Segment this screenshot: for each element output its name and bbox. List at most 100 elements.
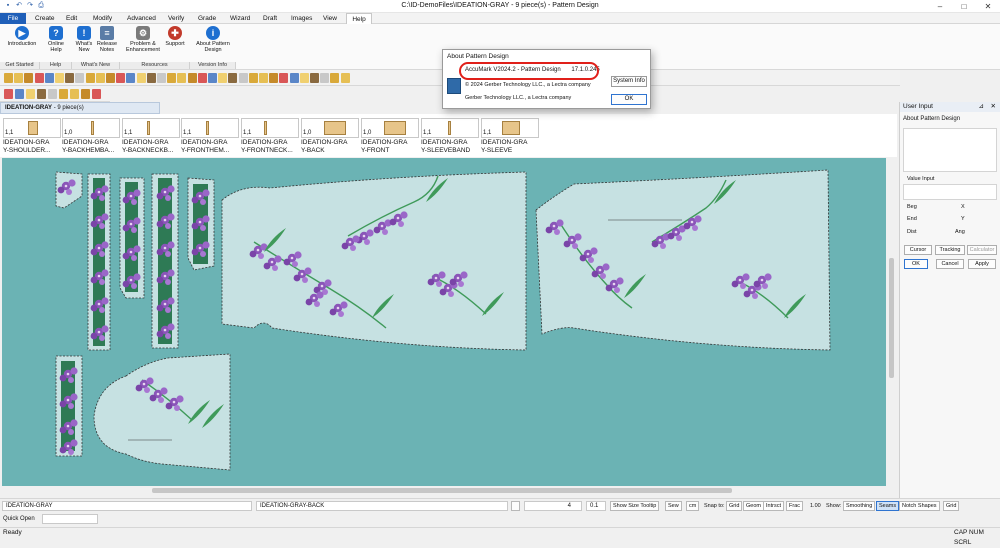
toolbar-tool-icon[interactable] (14, 73, 24, 83)
toolbar-tool-icon[interactable] (116, 73, 126, 83)
snap-frac-button[interactable]: Frac (786, 501, 803, 511)
show-smoothing-button[interactable]: Smoothing (843, 501, 876, 511)
quick-open-input[interactable] (42, 514, 98, 524)
piece-front[interactable] (535, 169, 831, 351)
snap-intrsct-button[interactable]: Intrsct (763, 501, 784, 511)
toolbar-tool-icon[interactable] (44, 73, 54, 83)
toolbar-tool-icon[interactable] (218, 73, 228, 83)
toolbar-tool-icon[interactable] (299, 73, 309, 83)
toolbar-tool-icon[interactable] (106, 73, 115, 83)
tracking-tab[interactable]: Tracking (935, 245, 965, 255)
menu-file[interactable]: File (0, 13, 26, 24)
view-tool-icon[interactable] (81, 89, 90, 99)
release-notes-button[interactable]: ≡ Release Notes (96, 26, 118, 53)
piece-thumbnail[interactable]: 1,1 (421, 118, 479, 138)
toolbar-tool-icon[interactable] (340, 73, 350, 83)
grade-select[interactable]: 4 (524, 501, 582, 511)
document-tab[interactable]: IDEATION-GRAY - 9 piece(s) (0, 102, 160, 114)
piece-icon[interactable]: 1,1 IDEATION-GRA Y-SHOULDER... (3, 118, 61, 154)
pattern-work-area[interactable] (2, 158, 886, 486)
toolbar-tool-icon[interactable] (279, 73, 289, 83)
problem-enhancement-button[interactable]: ⚙ Problem & Enhancement (122, 26, 164, 53)
toolbar-tool-icon[interactable] (177, 73, 187, 83)
menu-advanced[interactable]: Advanced (122, 13, 161, 24)
cm-unit-button[interactable]: cm (686, 501, 700, 511)
piece-sleeve[interactable] (93, 353, 231, 471)
piece-thumbnail[interactable]: 1,0 (361, 118, 419, 138)
piece-toggle[interactable] (511, 501, 520, 511)
piece-icon[interactable]: 1,0 IDEATION-GRA Y-FRONT (361, 118, 419, 154)
support-button[interactable]: ✚ Support (163, 26, 187, 47)
menu-verify[interactable]: Verify (163, 13, 189, 24)
view-tool-icon[interactable] (70, 89, 79, 99)
vertical-scrollbar[interactable] (886, 158, 897, 496)
show-notch-shapes-button[interactable]: Notch Shapes (899, 501, 940, 511)
toolbar-tool-icon[interactable] (197, 73, 207, 83)
menu-create[interactable]: Create (30, 13, 60, 24)
introduction-button[interactable]: ▶ Introduction (4, 26, 40, 47)
model-name-field[interactable]: IDEATION-GRAY (2, 501, 252, 511)
toolbar-tool-icon[interactable] (34, 73, 44, 83)
piece-icon[interactable]: 1,1 IDEATION-GRA Y-FRONTHEM... (181, 118, 239, 154)
toolbar-tool-icon[interactable] (330, 73, 340, 83)
toolbar-tool-icon[interactable] (24, 73, 34, 83)
toolbar-tool-icon[interactable] (187, 73, 197, 83)
about-pattern-design-button[interactable]: i About Pattern Design (192, 26, 234, 53)
panel-apply-button[interactable]: Apply (968, 259, 996, 269)
piece-thumbnail[interactable]: 1,0 (62, 118, 120, 138)
calculator-tab[interactable]: Calculator (967, 245, 997, 255)
online-help-button[interactable]: ? Online Help (43, 26, 69, 53)
panel-cancel-button[interactable]: Cancel (936, 259, 964, 269)
view-tool-icon[interactable] (37, 89, 46, 99)
snap-geom-button[interactable]: Geom (743, 501, 764, 511)
toolbar-tool-icon[interactable] (248, 73, 258, 83)
piece-back-hem-band[interactable] (87, 173, 111, 351)
toolbar-tool-icon[interactable] (136, 73, 146, 83)
toolbar-tool-icon[interactable] (208, 73, 217, 83)
menu-edit[interactable]: Edit (61, 13, 82, 24)
view-tool-icon[interactable] (48, 89, 57, 99)
toolbar-tool-icon[interactable] (289, 73, 299, 83)
piece-icon[interactable]: 1,1 IDEATION-GRA Y-BACKNECKB... (122, 118, 180, 154)
piece-thumbnail[interactable]: 1,1 (181, 118, 239, 138)
menu-view[interactable]: View (318, 13, 342, 24)
toolbar-tool-icon[interactable] (65, 73, 75, 83)
dialog-ok-button[interactable]: OK (611, 94, 647, 105)
menu-help[interactable]: Help (346, 13, 372, 24)
toolbar-tool-icon[interactable] (228, 73, 238, 83)
show-size-tooltip-button[interactable]: Show Size Tooltip (610, 501, 660, 511)
toolbar-tool-icon[interactable] (167, 73, 177, 83)
panel-close-icon[interactable]: ✕ (991, 102, 996, 112)
piece-sleeve-band[interactable] (55, 355, 83, 457)
show-grid-button[interactable]: Grid (943, 501, 960, 511)
piece-front-neck-band[interactable] (187, 177, 215, 271)
toolbar-tool-icon[interactable] (259, 73, 268, 83)
piece-thumbnail[interactable]: 1,1 (122, 118, 180, 138)
menu-images[interactable]: Images (286, 13, 317, 24)
menu-wizard[interactable]: Wizard (225, 13, 255, 24)
snap-grid-button[interactable]: Grid (726, 501, 743, 511)
horizontal-scrollbar[interactable] (2, 486, 886, 496)
menu-grade[interactable]: Grade (193, 13, 221, 24)
precision-select[interactable]: 0.1 (586, 501, 606, 511)
view-tool-icon[interactable] (15, 89, 24, 99)
toolbar-tool-icon[interactable] (269, 73, 279, 83)
piece-front-hem-band[interactable] (151, 173, 179, 349)
piece-back[interactable] (221, 171, 527, 351)
piece-thumbnail[interactable]: 1,1 (481, 118, 539, 138)
toolbar-tool-icon[interactable] (126, 73, 136, 83)
horizontal-scroll-thumb[interactable] (152, 488, 732, 493)
piece-thumbnail[interactable]: 1,1 (241, 118, 299, 138)
toolbar-tool-icon[interactable] (157, 73, 166, 83)
close-button[interactable]: ✕ (976, 0, 1000, 13)
piece-icon[interactable]: 1,1 IDEATION-GRA Y-SLEEVE (481, 118, 539, 154)
system-info-button[interactable]: System Info (611, 76, 647, 87)
piece-icon[interactable]: 1,0 IDEATION-GRA Y-BACKHEMBA... (62, 118, 120, 154)
piece-shoulder[interactable] (55, 171, 83, 209)
piece-name-field[interactable]: IDEATION-GRAY-BACK (256, 501, 508, 511)
toolbar-tool-icon[interactable] (4, 73, 13, 83)
piece-thumbnail[interactable]: 1,0 (301, 118, 359, 138)
piece-icon[interactable]: 1,0 IDEATION-GRA Y-BACK (301, 118, 359, 154)
menu-draft[interactable]: Draft (258, 13, 282, 24)
vertical-scroll-thumb[interactable] (889, 258, 894, 378)
